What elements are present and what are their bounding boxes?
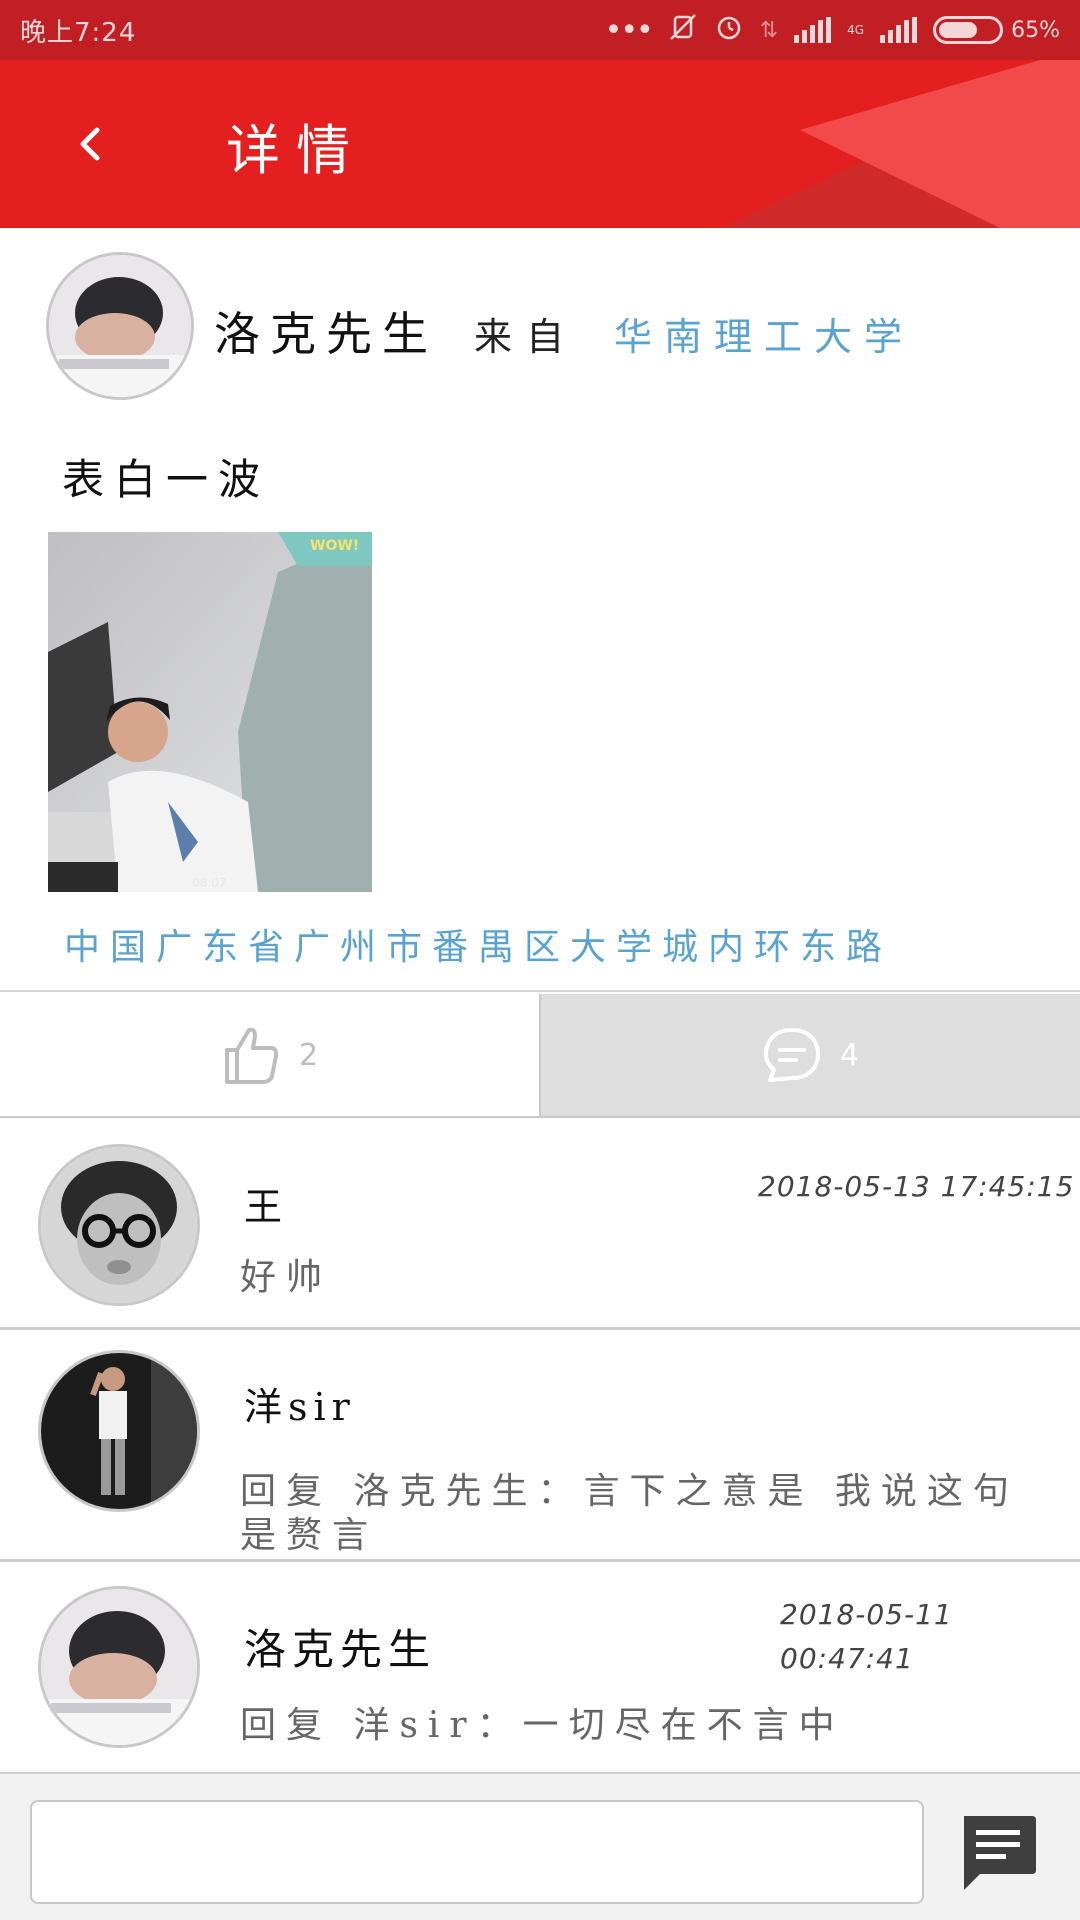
status-bar: 晚上7:24 ••• ⇅ 4G 65% bbox=[0, 0, 1080, 60]
post-photo[interactable]: WOW! 08:07 bbox=[48, 532, 372, 892]
page-title: 详情 bbox=[226, 119, 366, 182]
like-button[interactable]: 2 bbox=[0, 994, 541, 1116]
comment-input-bar bbox=[0, 1772, 1080, 1920]
comment-bubble-icon bbox=[763, 1028, 820, 1082]
comment-text: 好帅 bbox=[240, 1257, 333, 1298]
photo-timestamp: 08:07 bbox=[192, 876, 227, 890]
status-icons: ••• ⇅ 4G 65% bbox=[605, 10, 1060, 50]
comment-text: 回复 洛克先生：言下之意是 我说这句是赘言 bbox=[240, 1471, 1019, 1556]
commenter-name: 王 bbox=[244, 1185, 289, 1229]
comment-input[interactable] bbox=[30, 1800, 924, 1904]
signal-icon-2 bbox=[880, 17, 918, 43]
author-name[interactable]: 洛克先生 bbox=[214, 298, 438, 364]
from-label: 来自 bbox=[474, 315, 579, 359]
comment-tab[interactable]: 4 bbox=[541, 994, 1080, 1116]
data-transfer-icon: ⇅ bbox=[759, 17, 779, 43]
comment-count: 4 bbox=[839, 1037, 860, 1073]
battery-percent: 65% bbox=[1011, 17, 1060, 43]
commenter-avatar[interactable] bbox=[38, 1586, 200, 1748]
comment-time-date: 2018-05-11 bbox=[780, 1598, 953, 1631]
chevron-left-icon bbox=[80, 127, 100, 161]
more-dots-icon: ••• bbox=[604, 12, 654, 48]
commenter-avatar[interactable] bbox=[38, 1350, 200, 1512]
comment-text: 回复 洋sir：一切尽在不言中 bbox=[240, 1705, 845, 1746]
thumbs-up-icon bbox=[224, 1027, 279, 1084]
send-button[interactable] bbox=[958, 1812, 1038, 1894]
svg-text:WOW!: WOW! bbox=[310, 538, 359, 554]
send-message-icon bbox=[964, 1816, 1036, 1890]
commenter-avatar[interactable] bbox=[38, 1144, 200, 1306]
location-link[interactable]: 中国广东省广州市番禺区大学城内环东路 bbox=[64, 918, 892, 970]
alarm-icon bbox=[714, 12, 744, 48]
vibrate-off-icon bbox=[668, 12, 698, 48]
commenter-name: 洛克先生 bbox=[244, 1625, 437, 1674]
post-card: 洛克先生 来自 华南理工大学 表白一波 WOW! 08:07 中国广东省广州市番… bbox=[0, 228, 1080, 992]
comment-time: 2018-05-13 17:45:15 bbox=[758, 1170, 1075, 1203]
post-text: 表白一波 bbox=[62, 455, 271, 504]
comment-item[interactable]: 洛克先生 2018-05-11 00:47:41 回复 洋sir：一切尽在不言中 bbox=[0, 1562, 1080, 1770]
school-link[interactable]: 华南理工大学 bbox=[614, 306, 914, 361]
battery-icon bbox=[933, 16, 1004, 44]
app-bar: 详情 bbox=[0, 60, 1080, 228]
author-avatar[interactable] bbox=[46, 252, 194, 400]
comment-item[interactable]: 王 2018-05-13 17:45:15 好帅 bbox=[0, 1120, 1080, 1330]
status-time: 晚上7:24 bbox=[20, 18, 137, 48]
comment-time-clock: 00:47:41 bbox=[780, 1642, 914, 1675]
action-bar: 2 4 bbox=[0, 994, 1080, 1118]
network-type-label: 4G bbox=[847, 23, 865, 37]
author-line: 洛克先生 来自 华南理工大学 bbox=[214, 298, 914, 364]
signal-icon-1 bbox=[794, 17, 832, 43]
comment-item[interactable]: 洋sir 回复 洛克先生：言下之意是 我说这句是赘言 bbox=[0, 1330, 1080, 1562]
comment-list: 王 2018-05-13 17:45:15 好帅 洋sir 回复 洛克先生：言下… bbox=[0, 1120, 1080, 1770]
appbar-decoration bbox=[720, 60, 1080, 228]
battery-indicator: 65% bbox=[933, 16, 1060, 44]
back-button[interactable] bbox=[60, 112, 120, 176]
like-count: 2 bbox=[298, 1037, 319, 1073]
commenter-name: 洋sir bbox=[244, 1385, 356, 1429]
